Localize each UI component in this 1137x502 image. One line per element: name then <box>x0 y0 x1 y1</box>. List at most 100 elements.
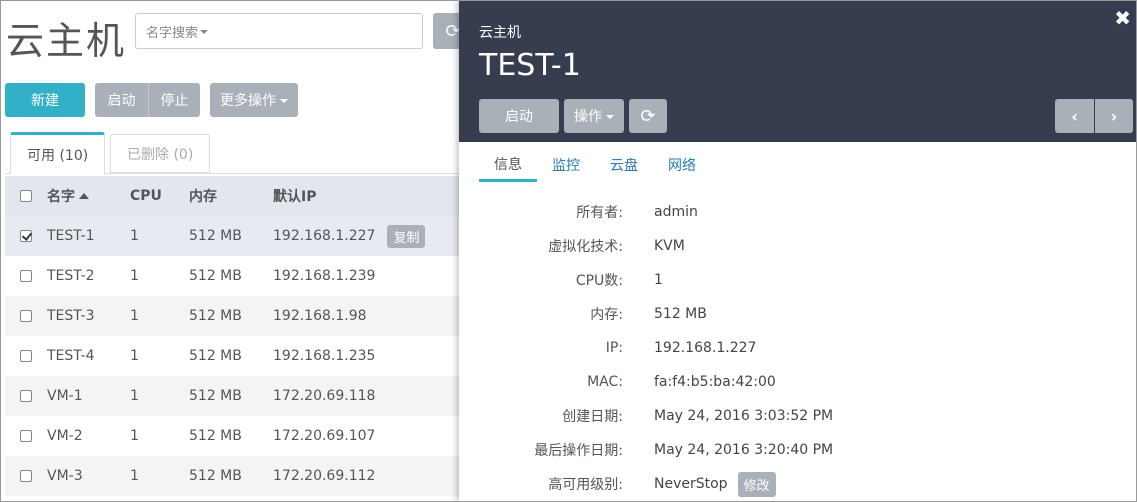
vm-ip: 192.168.1.227 <box>273 228 376 244</box>
vm-name: VM-1 <box>47 388 83 404</box>
property-key: 最后操作日期: <box>534 443 623 459</box>
detail-panel: 云主机 TEST-1 ✖ 启动 操作 ⟳ ‹ › 信息 监控 云盘 网络 所有者… <box>459 0 1137 502</box>
table-row[interactable]: TEST-1 1 512 MB 192.168.1.227 复制 <box>5 216 460 256</box>
vm-name: TEST-3 <box>47 308 95 324</box>
detail-type-label: 云主机 <box>479 25 521 41</box>
vm-cpu: 1 <box>130 268 139 284</box>
table-row[interactable]: TEST-2 1 512 MB 192.168.1.239 <box>5 256 460 296</box>
vm-name: TEST-4 <box>47 348 95 364</box>
search-input[interactable]: 名字搜索 <box>135 13 423 49</box>
property-row: 创建日期: May 24, 2016 3:03:52 PM <box>459 399 1137 433</box>
vm-memory: 512 MB <box>189 268 242 284</box>
refresh-icon: ⟳ <box>640 105 656 127</box>
property-value: 192.168.1.227 <box>654 340 757 356</box>
property-key: MAC: <box>587 374 623 390</box>
start-button[interactable]: 启动 <box>95 83 148 117</box>
tab-bar: 可用 (10) 已删除 (0) <box>5 132 465 175</box>
detail-header: 云主机 TEST-1 ✖ 启动 操作 ⟳ ‹ › <box>459 0 1137 142</box>
vm-name: TEST-1 <box>47 228 95 244</box>
close-icon[interactable]: ✖ <box>1114 6 1131 30</box>
chevron-right-icon: › <box>1110 106 1118 126</box>
vm-ip: 172.20.69.118 <box>273 388 376 404</box>
column-header-cpu: CPU <box>130 188 162 204</box>
vm-memory: 512 MB <box>189 308 242 324</box>
vm-ip: 192.168.1.98 <box>273 308 367 324</box>
new-button[interactable]: 新建 <box>5 83 85 117</box>
property-key: 所有者: <box>576 205 623 221</box>
property-key: CPU数: <box>575 273 623 289</box>
row-checkbox[interactable] <box>20 230 32 242</box>
row-checkbox[interactable] <box>20 390 32 402</box>
more-actions-button[interactable]: 更多操作 <box>210 83 298 117</box>
property-row: 虚拟化技术: KVM <box>459 229 1137 263</box>
column-header-ip: 默认IP <box>273 189 317 205</box>
chevron-down-icon <box>280 99 288 103</box>
table-body: TEST-1 1 512 MB 192.168.1.227 复制 TEST-2 1 512 M… <box>5 216 460 496</box>
row-checkbox[interactable] <box>20 430 32 442</box>
table-header: 名字 CPU 内存 默认IP <box>5 176 460 216</box>
vm-memory: 512 MB <box>189 228 242 244</box>
vm-memory: 512 MB <box>189 468 242 484</box>
vm-cpu: 1 <box>130 228 139 244</box>
row-checkbox[interactable] <box>20 310 32 322</box>
vm-cpu: 1 <box>130 428 139 444</box>
copy-ip-button[interactable]: 复制 <box>387 224 426 248</box>
table-row[interactable]: TEST-3 1 512 MB 192.168.1.98 <box>5 296 460 336</box>
property-key: 创建日期: <box>562 409 623 425</box>
vm-cpu: 1 <box>130 308 139 324</box>
detail-ops-label: 操作 <box>574 109 602 125</box>
edit-ha-level-button[interactable]: 修改 <box>737 471 776 497</box>
vm-cpu: 1 <box>130 388 139 404</box>
row-checkbox[interactable] <box>20 470 32 482</box>
row-checkbox[interactable] <box>20 350 32 362</box>
detail-properties: 所有者: admin 虚拟化技术: KVM CPU数: 1 内存: 512 MB IP: 192.… <box>459 195 1137 501</box>
stop-button[interactable]: 停止 <box>148 83 200 117</box>
more-actions-label: 更多操作 <box>220 93 276 109</box>
property-row: MAC: fa:f4:b5:ba:42:00 <box>459 365 1137 399</box>
table-row[interactable]: VM-2 1 512 MB 172.20.69.107 <box>5 416 460 456</box>
detail-refresh-button[interactable]: ⟳ <box>629 99 667 133</box>
tab-deleted[interactable]: 已删除 (0) <box>110 134 211 173</box>
tab-network[interactable]: 网络 <box>653 148 711 182</box>
detail-title: TEST-1 <box>479 48 581 83</box>
chevron-down-icon <box>606 115 614 119</box>
table-row[interactable]: VM-3 1 512 MB 172.20.69.112 <box>5 456 460 496</box>
row-checkbox[interactable] <box>20 270 32 282</box>
tab-available[interactable]: 可用 (10) <box>10 132 106 175</box>
property-key: IP: <box>605 340 623 356</box>
property-value: 1 <box>654 272 663 288</box>
vm-name: VM-3 <box>47 468 83 484</box>
vm-cpu: 1 <box>130 468 139 484</box>
tab-volumes[interactable]: 云盘 <box>595 148 653 182</box>
table-row[interactable]: TEST-4 1 512 MB 192.168.1.235 <box>5 336 460 376</box>
vm-cpu: 1 <box>130 348 139 364</box>
property-key: 虚拟化技术: <box>548 239 623 255</box>
vm-name: TEST-2 <box>47 268 95 284</box>
vm-memory: 512 MB <box>189 388 242 404</box>
detail-ops-button[interactable]: 操作 <box>564 99 624 133</box>
vm-ip: 192.168.1.239 <box>273 268 376 284</box>
chevron-left-icon: ‹ <box>1071 106 1078 126</box>
property-value: May 24, 2016 3:03:52 PM <box>654 408 834 424</box>
detail-tab-bar: 信息 监控 云盘 网络 <box>479 148 711 182</box>
property-row: 最后操作日期: May 24, 2016 3:20:40 PM <box>459 433 1137 467</box>
vm-table: 名字 CPU 内存 默认IP TEST-1 1 512 MB 192.168.1.22… <box>5 176 460 496</box>
property-row: 高可用级别: NeverStop 修改 <box>459 467 1137 501</box>
property-value: May 24, 2016 3:20:40 PM <box>654 442 834 458</box>
tab-info[interactable]: 信息 <box>479 148 537 182</box>
search-placeholder: 名字搜索 <box>146 25 199 41</box>
property-value: fa:f4:b5:ba:42:00 <box>654 374 776 390</box>
tab-monitor[interactable]: 监控 <box>537 148 595 182</box>
page-title: 云主机 <box>6 19 127 63</box>
next-item-button[interactable]: › <box>1095 99 1133 133</box>
property-key: 内存: <box>590 307 623 323</box>
property-value: KVM <box>654 238 685 254</box>
property-value: 512 MB <box>654 306 707 322</box>
select-all-checkbox[interactable] <box>20 190 32 202</box>
detail-start-button[interactable]: 启动 <box>479 99 559 133</box>
column-header-name[interactable]: 名字 <box>47 186 130 206</box>
vm-memory: 512 MB <box>189 348 242 364</box>
table-row[interactable]: VM-1 1 512 MB 172.20.69.118 <box>5 376 460 416</box>
property-row: CPU数: 1 <box>459 263 1137 297</box>
prev-item-button[interactable]: ‹ <box>1055 99 1094 133</box>
